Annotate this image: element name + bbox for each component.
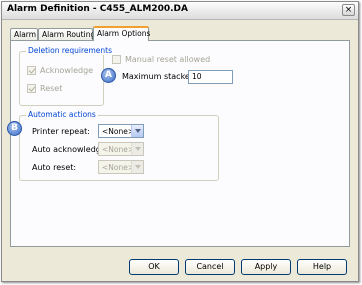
- automatic-actions-legend: Automatic actions: [26, 110, 98, 119]
- auto-reset-value: <None>: [102, 163, 135, 172]
- close-icon[interactable]: ×: [342, 4, 355, 16]
- acknowledge-check-icon: [27, 66, 36, 75]
- manual-reset-check-icon: [112, 55, 121, 64]
- deletion-requirements-group: Deletion requirements Acknowledge Reset: [19, 46, 115, 106]
- deletion-requirements-legend: Deletion requirements: [26, 46, 115, 55]
- manual-reset-label: Manual reset allowed: [125, 55, 211, 64]
- reset-label: Reset: [40, 84, 63, 93]
- tab-alarm-routing[interactable]: Alarm Routing: [38, 28, 95, 40]
- chevron-down-icon[interactable]: [131, 143, 143, 155]
- apply-button[interactable]: Apply: [241, 259, 291, 275]
- automatic-actions-group: Automatic actions Printer repeat: <None>…: [19, 110, 219, 181]
- chevron-down-icon[interactable]: [131, 125, 143, 137]
- printer-repeat-select[interactable]: <None>: [98, 124, 144, 138]
- auto-acknowledge-value: <None>: [102, 145, 135, 154]
- help-button[interactable]: Help: [297, 259, 347, 275]
- tab-alarm-options[interactable]: Alarm Options: [93, 26, 150, 41]
- auto-reset-label: Auto reset:: [32, 163, 77, 172]
- acknowledge-checkbox[interactable]: Acknowledge: [27, 66, 93, 75]
- chevron-down-icon[interactable]: [131, 161, 143, 173]
- acknowledge-label: Acknowledge: [40, 66, 94, 75]
- printer-repeat-label: Printer repeat:: [32, 127, 90, 136]
- tab-alarm[interactable]: Alarm: [10, 28, 38, 40]
- reset-checkbox[interactable]: Reset: [27, 84, 62, 93]
- maximum-stacked-label: Maximum stacked:: [122, 72, 198, 81]
- auto-acknowledge-label: Auto acknowledge:: [32, 145, 109, 154]
- manual-reset-checkbox[interactable]: Manual reset allowed: [112, 55, 210, 64]
- alarm-definition-dialog: Alarm Definition - C455_ALM200.DA × Alar…: [1, 1, 359, 282]
- auto-acknowledge-select[interactable]: <None>: [98, 142, 144, 156]
- callout-b-icon: B: [7, 121, 22, 136]
- auto-reset-select[interactable]: <None>: [98, 160, 144, 174]
- title-bar[interactable]: Alarm Definition - C455_ALM200.DA ×: [2, 2, 358, 20]
- cancel-button[interactable]: Cancel: [185, 259, 235, 275]
- window-title: Alarm Definition - C455_ALM200.DA: [7, 4, 188, 14]
- reset-check-icon: [27, 84, 36, 93]
- printer-repeat-value: <None>: [102, 127, 135, 136]
- maximum-stacked-input[interactable]: 10: [188, 70, 233, 84]
- ok-button[interactable]: OK: [129, 259, 179, 275]
- alarm-options-panel: Deletion requirements Acknowledge Reset …: [7, 40, 350, 247]
- callout-a-icon: A: [101, 68, 116, 83]
